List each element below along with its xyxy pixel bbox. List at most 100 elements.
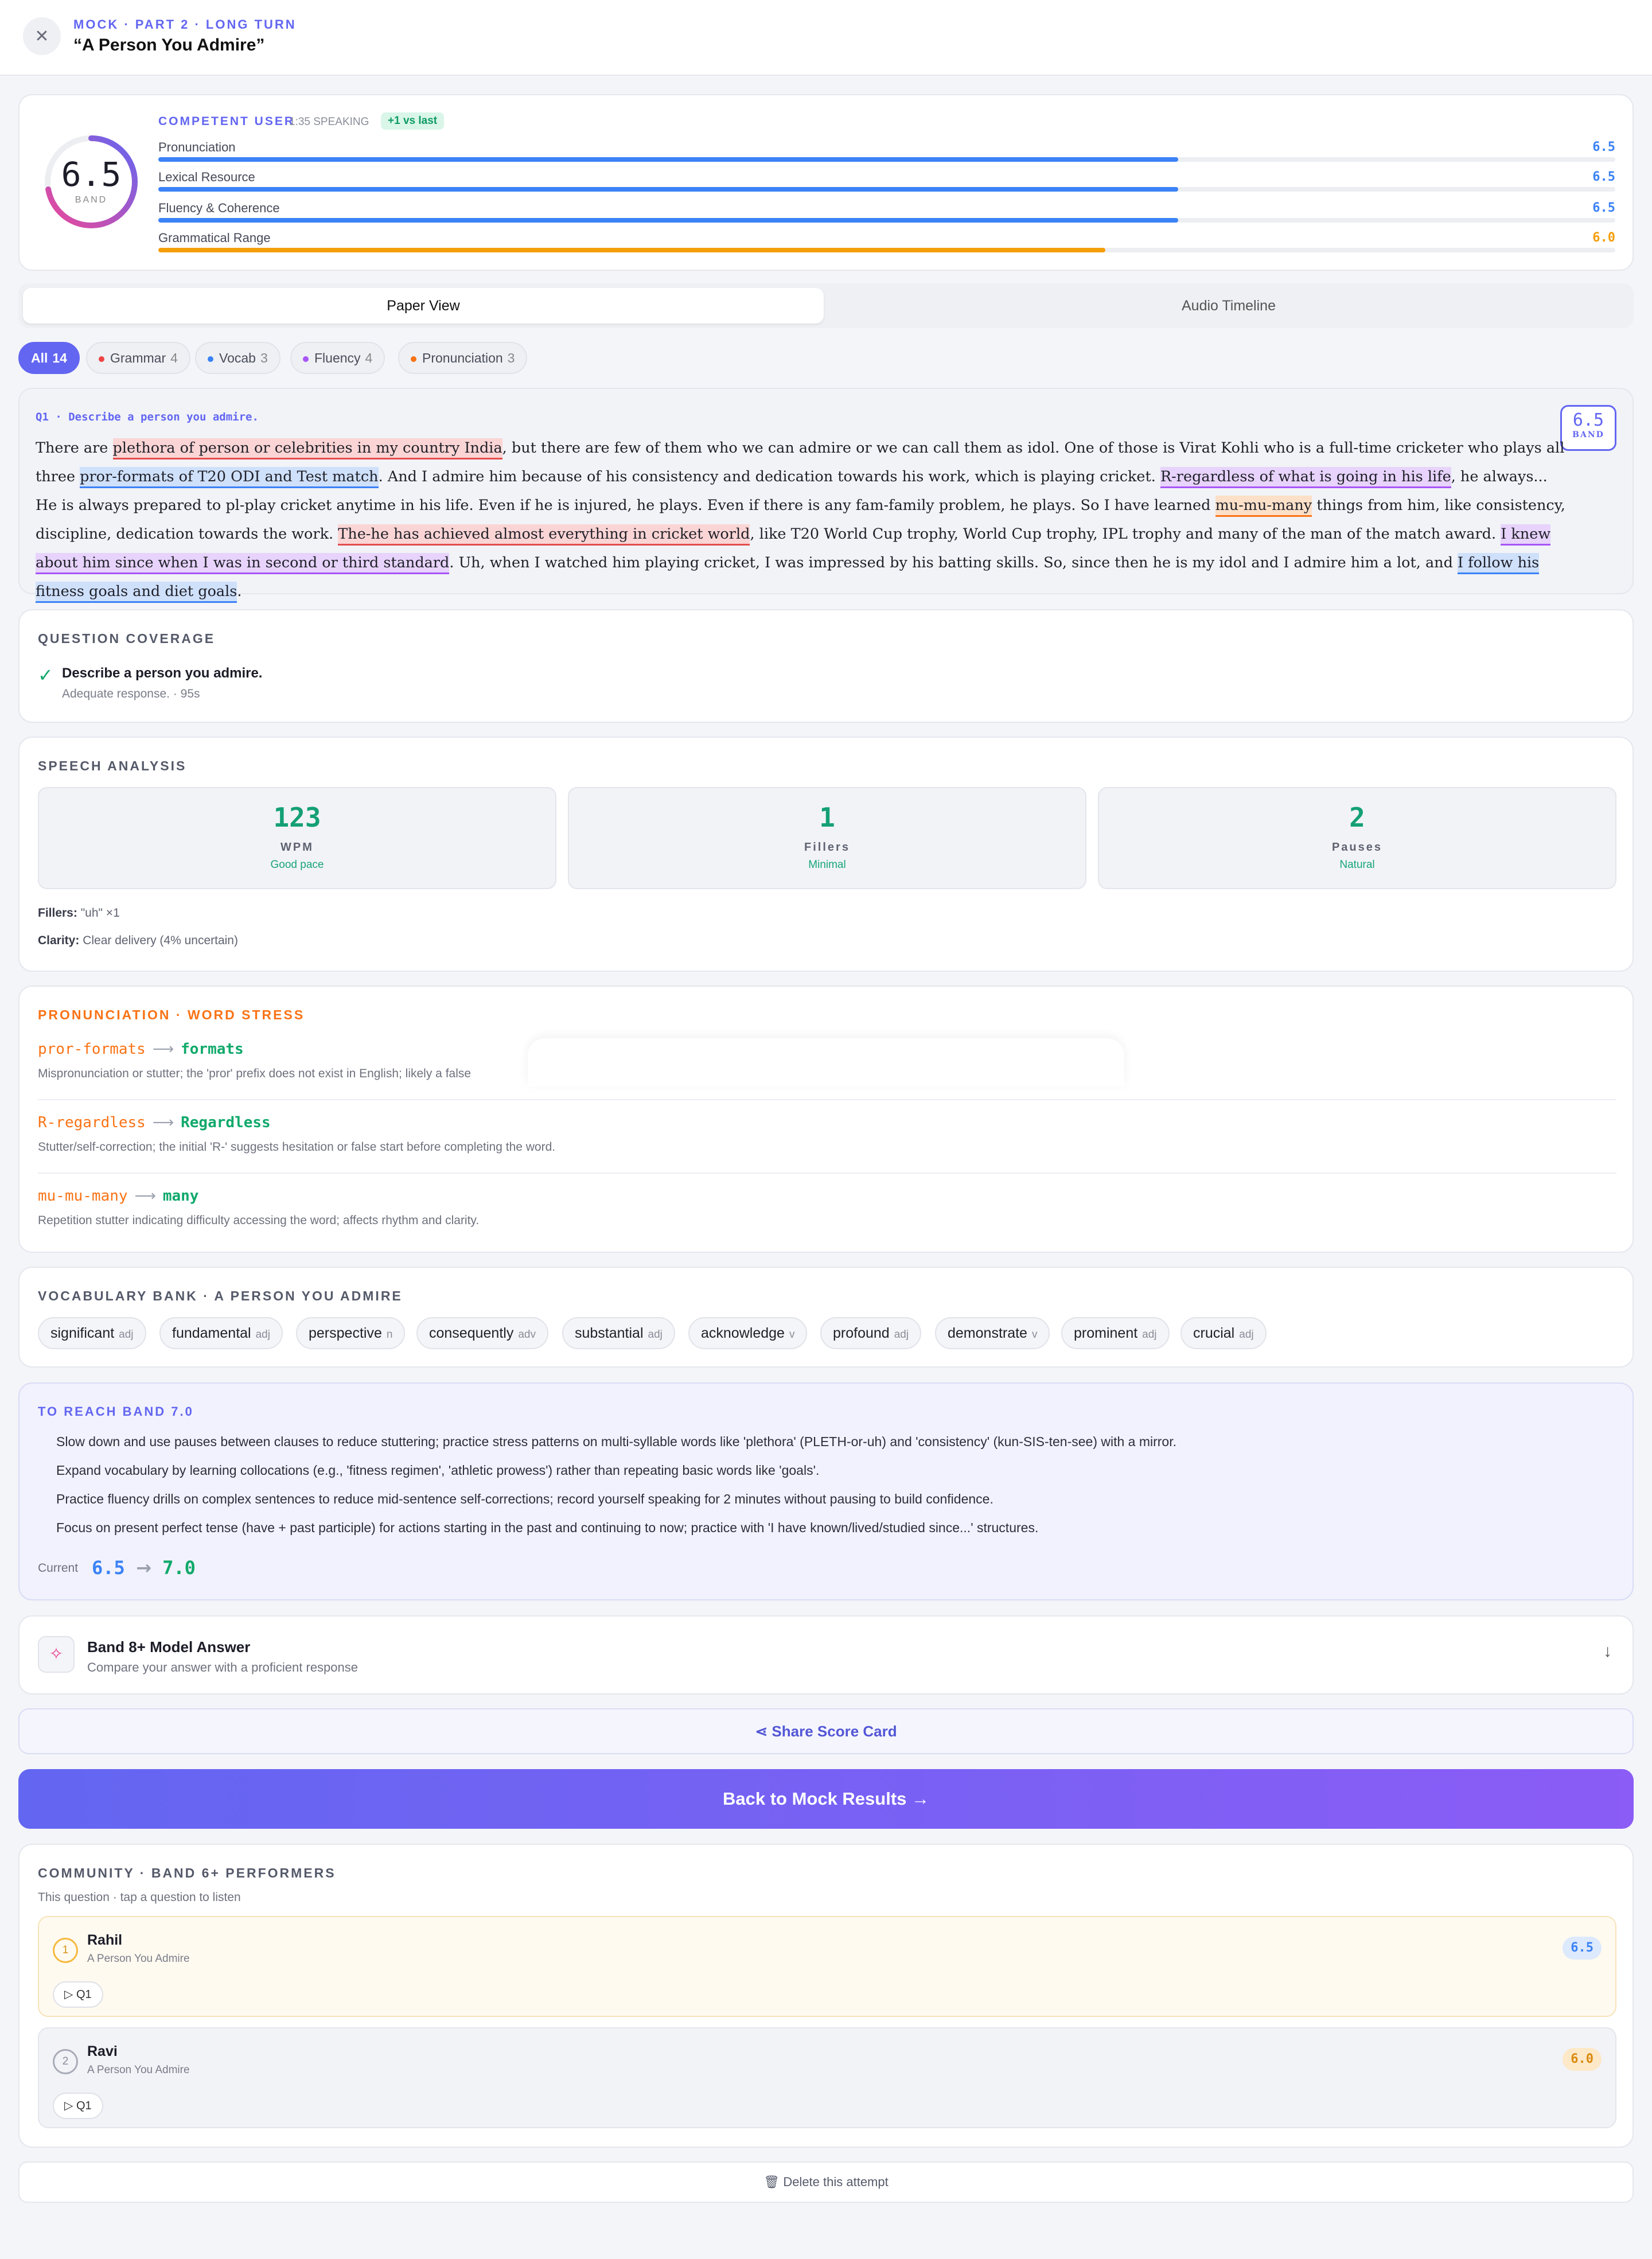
tab-audio-timeline[interactable]: Audio Timeline	[828, 288, 1629, 324]
pron-item[interactable]: mu-mu-many ⟶ many Repetition stutter indic…	[38, 1187, 1616, 1228]
model-answer-card[interactable]: ✧ Band 8+ Model Answer Compare your answ…	[18, 1615, 1634, 1695]
filter-chip-vocab[interactable]: Vocab 3	[195, 342, 280, 374]
stat-value: 123	[273, 802, 321, 833]
criterion-row: Lexical Resource 6.5	[158, 170, 1615, 198]
transcript-text: . And I admire him because of his consis…	[378, 468, 1160, 485]
play-button[interactable]: ▷ Q1	[53, 2093, 103, 2119]
tab-paper-view[interactable]: Paper View	[23, 288, 824, 324]
pron-correct: Regardless	[181, 1114, 271, 1131]
arrow-right-icon: ⟶	[152, 1041, 174, 1058]
coverage-summary: Adequate response. · 95s	[62, 687, 200, 700]
vocab-word: demonstrate	[948, 1325, 1027, 1341]
performer-score: 6.0	[1563, 2048, 1602, 2071]
pronunciation-title: PRONUNCIATION · WORD STRESS	[38, 1007, 305, 1022]
stat-desc: Minimal	[808, 859, 846, 871]
play-button[interactable]: ▷ Q1	[53, 1981, 103, 2008]
vocab-chip[interactable]: prominent adj	[1061, 1317, 1170, 1349]
filter-chip-grammar[interactable]: Grammar 4	[86, 342, 190, 374]
arrow-right-icon: ⟶	[152, 1114, 174, 1131]
performer-name: Ravi	[87, 2043, 118, 2059]
delta-badge: +1 vs last	[381, 112, 445, 130]
filter-label: Fluency	[314, 350, 361, 365]
question-coverage-card: QUESTION COVERAGE ✓ Describe a person yo…	[18, 609, 1634, 723]
criterion-bar-fill	[158, 248, 1105, 252]
highlight-pron[interactable]: mu-mu-many	[1215, 496, 1312, 517]
criterion-row: Fluency & Coherence 6.5	[158, 201, 1615, 229]
performer-topic: A Person You Admire	[87, 1953, 190, 1965]
vocab-chip[interactable]: significant adj	[38, 1317, 146, 1349]
vocab-chip[interactable]: demonstrate v	[935, 1317, 1050, 1349]
performer-score: 6.5	[1563, 1937, 1602, 1960]
filter-label: All	[31, 350, 48, 365]
tooltip-popover	[528, 1038, 1124, 1086]
vocab-pos: v	[789, 1329, 795, 1341]
filter-chip-fluency[interactable]: Fluency 4	[290, 342, 385, 374]
performer-card[interactable]: 2 Ravi A Person You Admire ▷ Q1 6.0	[38, 2027, 1616, 2128]
filter-count: 4	[365, 350, 373, 365]
close-button[interactable]: ✕	[23, 17, 61, 55]
community-subtitle: This question · tap a question to listen	[38, 1891, 241, 1904]
chevron-down-icon: ↓	[1603, 1642, 1612, 1661]
score-card: 6.5 BAND COMPETENT USER 1:35 SPEAKING +1…	[18, 94, 1634, 271]
divider	[38, 1173, 1616, 1174]
transcript-text: There are	[36, 439, 113, 457]
dot-icon	[99, 356, 104, 362]
back-to-mock-results-button[interactable]: Back to Mock Results →	[18, 1769, 1634, 1829]
pron-wrong: mu-mu-many	[38, 1187, 128, 1205]
criterion-score: 6.5	[1592, 140, 1615, 154]
sparkles-icon: ✧	[38, 1636, 75, 1673]
play-label: Q1	[76, 1988, 92, 2001]
level-label: COMPETENT USER	[158, 115, 295, 128]
stat-label: WPM	[280, 841, 314, 854]
vocab-word: fundamental	[172, 1325, 251, 1341]
vocab-chip[interactable]: perspective n	[296, 1317, 406, 1349]
vocab-chip[interactable]: fundamental adj	[159, 1317, 283, 1349]
band-value: 6.5	[61, 155, 122, 194]
answer-band-value: 6.5	[1572, 410, 1604, 430]
play-icon: ▷	[64, 2100, 73, 2112]
band-label: BAND	[75, 195, 108, 205]
vocab-pos: v	[1031, 1329, 1038, 1341]
criterion-name: Pronunciation	[158, 140, 236, 154]
speaking-time: 1:35 SPEAKING	[289, 116, 369, 128]
filter-count: 4	[170, 350, 178, 365]
criterion-bar	[158, 248, 1615, 252]
pron-item[interactable]: R-regardless ⟶ Regardless Stutter/self-cor…	[38, 1114, 1616, 1154]
share-label: Share Score Card	[772, 1723, 897, 1740]
vocab-word: consequently	[429, 1325, 514, 1341]
highlight-grammar[interactable]: The-he has achieved almost everything in…	[338, 524, 750, 546]
performer-topic: A Person You Admire	[87, 2064, 190, 2076]
delete-attempt-button[interactable]: 🗑 Delete this attempt	[18, 2161, 1634, 2203]
clarity-label: Clarity:	[38, 934, 80, 947]
transcript-text: . Uh, when I watched him playing cricket…	[449, 554, 1458, 571]
filter-count: 3	[507, 350, 515, 365]
reach-title: TO REACH BAND 7.0	[38, 1404, 194, 1419]
filter-chip-all[interactable]: All 14	[18, 342, 80, 374]
dot-icon	[208, 356, 213, 362]
delete-label: Delete this attempt	[783, 2175, 889, 2189]
criterion-score: 6.5	[1592, 170, 1615, 184]
speech-analysis-card: SPEECH ANALYSIS 123 WPM Good pace 1 Fill…	[18, 737, 1634, 972]
highlight-vocab[interactable]: pror-formats of T20 ODI and Test match	[80, 467, 379, 488]
header-subtitle: MOCK · PART 2 · LONG TURN	[73, 17, 297, 32]
share-score-card-button[interactable]: ⋖ Share Score Card	[18, 1708, 1634, 1754]
vocab-chip[interactable]: substantial adj	[562, 1317, 675, 1349]
vocab-chip[interactable]: crucial adj	[1180, 1317, 1267, 1349]
vocab-chip[interactable]: acknowledge v	[688, 1317, 808, 1349]
highlight-grammar[interactable]: plethora of person or celebrities in my …	[112, 438, 502, 459]
filter-label: Grammar	[110, 350, 166, 365]
play-label: Q1	[76, 2100, 92, 2112]
current-label: Current	[38, 1561, 79, 1575]
vocab-chip[interactable]: consequently adv	[416, 1317, 548, 1349]
vocab-pos: adj	[894, 1329, 909, 1341]
pronunciation-card: PRONUNCIATION · WORD STRESS pror-formats…	[18, 986, 1634, 1253]
pron-note: Stutter/self-correction; the initial 'R-…	[38, 1140, 556, 1154]
stat-label: Pauses	[1331, 841, 1383, 854]
pron-correct: many	[162, 1187, 199, 1205]
performer-card[interactable]: 1 Rahil A Person You Admire ▷ Q1 6.5	[38, 1916, 1616, 2017]
vocab-chip[interactable]: profound adj	[820, 1317, 922, 1349]
filter-chip-pronunciation[interactable]: Pronunciation 3	[398, 342, 528, 374]
arrow-right-icon: ⟶	[134, 1187, 156, 1205]
vocab-pos: adj	[1142, 1329, 1157, 1341]
highlight-fluency[interactable]: R-regardless of what is going in his lif…	[1160, 467, 1451, 488]
